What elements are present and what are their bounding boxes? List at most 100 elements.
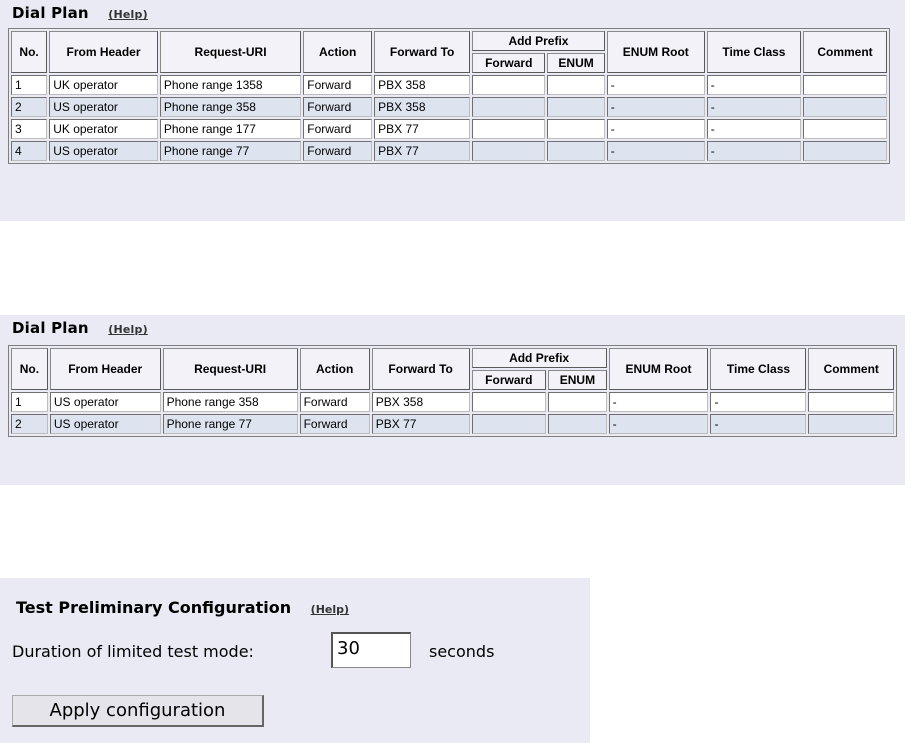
col-no-header: No. bbox=[11, 31, 48, 73]
cell-no: 4 bbox=[11, 141, 48, 161]
test-config-title: Test Preliminary Configuration (Help) bbox=[16, 598, 349, 617]
cell-comment[interactable] bbox=[808, 392, 894, 412]
help-link[interactable]: (Help) bbox=[108, 8, 148, 21]
cell-enum-root: - bbox=[606, 97, 705, 117]
cell-request-uri: Phone range 358 bbox=[159, 97, 302, 117]
cell-time-class: - bbox=[706, 97, 802, 117]
col-action-header: Action bbox=[303, 31, 373, 73]
test-config-panel: Test Preliminary Configuration (Help) Du… bbox=[0, 578, 590, 743]
help-link[interactable]: (Help) bbox=[311, 603, 349, 616]
col-request-uri-header: Request-URI bbox=[162, 348, 298, 390]
cell-time-class: - bbox=[706, 141, 802, 161]
cell-from-header: UK operator bbox=[49, 119, 158, 139]
dial-plan-title-text: Dial Plan bbox=[12, 4, 89, 22]
cell-comment[interactable] bbox=[808, 414, 894, 434]
col-prefix-forward-header: Forward bbox=[472, 53, 546, 73]
cell-forward-to: PBX 77 bbox=[371, 414, 470, 434]
col-request-uri-header: Request-URI bbox=[159, 31, 302, 73]
duration-input[interactable]: 30 bbox=[331, 632, 411, 668]
dial-plan-panel-2: Dial Plan (Help) No. From Header Request… bbox=[0, 315, 905, 485]
cell-time-class: - bbox=[706, 119, 802, 139]
cell-enum-root: - bbox=[608, 414, 709, 434]
col-prefix-forward-header: Forward bbox=[471, 370, 547, 390]
dial-plan-table: No. From Header Request-URI Action Forwa… bbox=[8, 28, 890, 164]
cell-no: 2 bbox=[11, 414, 48, 434]
cell-request-uri: Phone range 77 bbox=[159, 141, 302, 161]
cell-forward-to: PBX 77 bbox=[374, 141, 471, 161]
cell-enum-root: - bbox=[606, 119, 705, 139]
cell-request-uri: Phone range 1358 bbox=[159, 75, 302, 95]
cell-prefix-enum[interactable] bbox=[547, 119, 605, 139]
seconds-label: seconds bbox=[429, 642, 495, 661]
col-comment-header: Comment bbox=[803, 31, 887, 73]
cell-comment[interactable] bbox=[803, 97, 887, 117]
help-link[interactable]: (Help) bbox=[108, 323, 148, 336]
dial-plan-title-text: Dial Plan bbox=[12, 319, 89, 337]
cell-forward-to: PBX 358 bbox=[374, 75, 471, 95]
col-from-header: From Header bbox=[49, 31, 158, 73]
table-row: 2 US operator Phone range 358 Forward PBX 35… bbox=[11, 97, 887, 117]
cell-prefix-forward[interactable] bbox=[472, 119, 546, 139]
dial-plan-panel-1: Dial Plan (Help) No. From Header Request… bbox=[0, 0, 905, 221]
col-comment-header: Comment bbox=[808, 348, 894, 390]
cell-action: Forward bbox=[303, 141, 373, 161]
cell-prefix-enum[interactable] bbox=[548, 392, 607, 412]
cell-action: Forward bbox=[303, 97, 373, 117]
col-forward-to-header: Forward To bbox=[374, 31, 471, 73]
cell-prefix-enum[interactable] bbox=[547, 141, 605, 161]
dial-plan-title: Dial Plan (Help) bbox=[12, 319, 148, 337]
table-row: 2 US operator Phone range 77 Forward PBX 77 -… bbox=[11, 414, 894, 434]
cell-request-uri: Phone range 77 bbox=[162, 414, 298, 434]
table-row: 1 US operator Phone range 358 Forward PBX 35… bbox=[11, 392, 894, 412]
cell-prefix-enum[interactable] bbox=[548, 414, 607, 434]
col-no-header: No. bbox=[11, 348, 48, 390]
cell-enum-root: - bbox=[608, 392, 709, 412]
test-config-title-text: Test Preliminary Configuration bbox=[16, 598, 292, 617]
cell-time-class: - bbox=[706, 75, 802, 95]
cell-no: 1 bbox=[11, 392, 48, 412]
cell-from-header: UK operator bbox=[49, 75, 158, 95]
col-add-prefix-header: Add Prefix bbox=[471, 348, 607, 368]
dial-plan-title: Dial Plan (Help) bbox=[12, 4, 148, 22]
cell-enum-root: - bbox=[606, 75, 705, 95]
col-from-header: From Header bbox=[49, 348, 161, 390]
duration-label: Duration of limited test mode: bbox=[12, 642, 254, 661]
cell-action: Forward bbox=[303, 119, 373, 139]
cell-prefix-forward[interactable] bbox=[472, 141, 546, 161]
cell-forward-to: PBX 358 bbox=[374, 97, 471, 117]
table-row: 3 UK operator Phone range 177 Forward PBX 77… bbox=[11, 119, 887, 139]
col-prefix-enum-header: ENUM bbox=[548, 370, 607, 390]
cell-action: Forward bbox=[299, 414, 370, 434]
cell-comment[interactable] bbox=[803, 75, 887, 95]
cell-prefix-forward[interactable] bbox=[471, 392, 547, 412]
cell-prefix-forward[interactable] bbox=[472, 75, 546, 95]
dial-plan-table: No. From Header Request-URI Action Forwa… bbox=[8, 345, 897, 437]
cell-prefix-forward[interactable] bbox=[472, 97, 546, 117]
col-add-prefix-header: Add Prefix bbox=[472, 31, 605, 51]
cell-action: Forward bbox=[299, 392, 370, 412]
cell-action: Forward bbox=[303, 75, 373, 95]
cell-comment[interactable] bbox=[803, 119, 887, 139]
col-forward-to-header: Forward To bbox=[371, 348, 470, 390]
cell-from-header: US operator bbox=[49, 414, 161, 434]
cell-prefix-forward[interactable] bbox=[471, 414, 547, 434]
cell-comment[interactable] bbox=[803, 141, 887, 161]
cell-no: 3 bbox=[11, 119, 48, 139]
cell-time-class: - bbox=[710, 414, 807, 434]
cell-enum-root: - bbox=[606, 141, 705, 161]
cell-from-header: US operator bbox=[49, 97, 158, 117]
col-enum-root-header: ENUM Root bbox=[608, 348, 709, 390]
cell-prefix-enum[interactable] bbox=[547, 97, 605, 117]
col-prefix-enum-header: ENUM bbox=[547, 53, 605, 73]
cell-request-uri: Phone range 358 bbox=[162, 392, 298, 412]
cell-forward-to: PBX 77 bbox=[374, 119, 471, 139]
cell-no: 2 bbox=[11, 97, 48, 117]
cell-from-header: US operator bbox=[49, 141, 158, 161]
cell-time-class: - bbox=[710, 392, 807, 412]
cell-prefix-enum[interactable] bbox=[547, 75, 605, 95]
table-row: 4 US operator Phone range 77 Forward PBX 77 -… bbox=[11, 141, 887, 161]
cell-no: 1 bbox=[11, 75, 48, 95]
col-action-header: Action bbox=[299, 348, 370, 390]
apply-configuration-button[interactable]: Apply configuration bbox=[12, 695, 264, 727]
cell-request-uri: Phone range 177 bbox=[159, 119, 302, 139]
